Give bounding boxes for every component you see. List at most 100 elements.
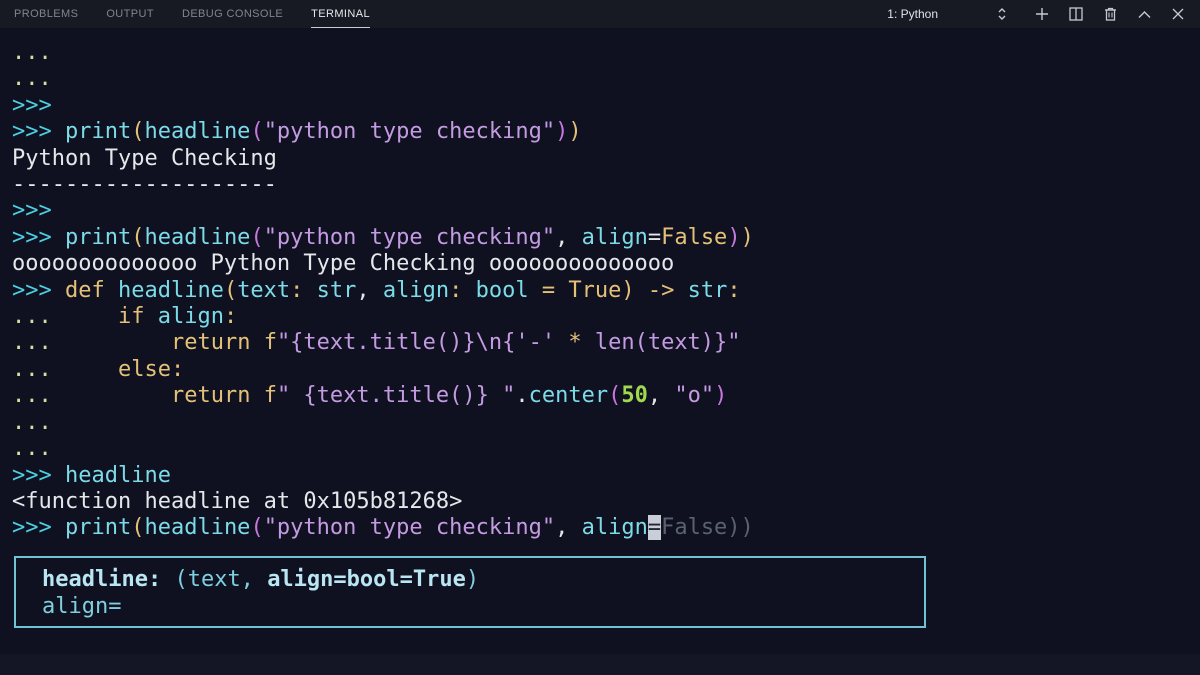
terminal-segment-ident: align <box>158 304 224 329</box>
tab-problems[interactable]: PROBLEMS <box>14 0 78 28</box>
terminal-segment-ident: align <box>582 225 648 250</box>
tab-debug-console[interactable]: DEBUG CONSOLE <box>182 0 283 28</box>
terminal-segment-kw: if <box>118 304 158 329</box>
terminal-segment-kw: * <box>568 330 595 355</box>
terminal-segment-paren2: ( <box>250 515 263 540</box>
terminal-segment-prompt: >>> <box>12 463 65 488</box>
terminal-segment-kw: : <box>224 304 237 329</box>
terminal-segment-str: "python type checking" <box>264 515 555 540</box>
terminal-line: ... <box>12 40 1200 66</box>
terminal-segment-str: "o" <box>674 383 714 408</box>
terminal-segment-paren2: ( <box>608 383 621 408</box>
terminal-segment-cont: ... <box>12 330 52 355</box>
terminal-line: ... return f" {text.title()} ".center(50… <box>12 383 1200 409</box>
terminal-line: -------------------- <box>12 172 1200 198</box>
terminal-segment-str: "{text.title()}\n{'-' <box>277 330 568 355</box>
terminal-segment-ident: headline <box>118 278 224 303</box>
terminal-segment-paren2: ) <box>714 383 727 408</box>
terminal-segment-ident: print <box>65 515 131 540</box>
terminal-segment-ghost: False)) <box>661 515 754 540</box>
terminal-line: ... if align: <box>12 304 1200 330</box>
terminal-segment-cont: ... <box>12 383 52 408</box>
panel-tabs: PROBLEMS OUTPUT DEBUG CONSOLE TERMINAL <box>0 0 370 28</box>
terminal-line: ... else: <box>12 357 1200 383</box>
terminal-segment-kw: True <box>568 278 621 303</box>
tooltip-segment-ttb: headline: <box>42 567 174 592</box>
select-arrows-icon <box>992 4 1012 24</box>
terminal-segment-paren2: ) <box>555 119 568 144</box>
split-terminal-icon[interactable] <box>1066 4 1086 24</box>
terminal-segment-cont: ... <box>12 436 52 461</box>
terminal-segment-plain <box>52 304 118 329</box>
terminal-segment-kw: ( <box>224 278 237 303</box>
terminal-segment-str: "python type checking" <box>264 225 555 250</box>
terminal-segment-prompt: >>> <box>12 515 65 540</box>
tooltip-segment-tt: align= <box>42 594 121 619</box>
tab-terminal[interactable]: TERMINAL <box>311 0 370 28</box>
terminal-segment-ident: str <box>688 278 728 303</box>
terminal-segment-plain <box>52 330 171 355</box>
terminal-segment-cont: ... <box>12 40 52 65</box>
terminal-segment-kw: = <box>529 278 569 303</box>
maximize-panel-icon[interactable] <box>1134 4 1154 24</box>
terminal-segment-kw: f <box>264 383 277 408</box>
terminal-line: <function headline at 0x105b81268> <box>12 489 1200 515</box>
terminal-segment-plain: , <box>356 278 383 303</box>
terminal-line: ... <box>12 436 1200 462</box>
terminal-segment-ident: headline <box>144 119 250 144</box>
terminal-segment-plain <box>52 357 118 382</box>
terminal-segment-kw: def <box>65 278 118 303</box>
terminal-line: Python Type Checking <box>12 146 1200 172</box>
terminal-segment-kw: : <box>727 278 740 303</box>
terminal-line: ... <box>12 66 1200 92</box>
terminal-segment-kw: ( <box>131 119 144 144</box>
terminal-segment-cont: ... <box>12 410 52 435</box>
terminal-line: >>> print(headline("python type checking… <box>12 515 1200 541</box>
terminal-segment-str: "python type checking" <box>264 119 555 144</box>
status-strip <box>0 654 1200 675</box>
terminal-shell-selector[interactable]: 1: Python <box>887 4 1012 24</box>
terminal-segment-ident: headline <box>65 463 171 488</box>
tooltip-line: align= <box>42 593 924 620</box>
terminal-controls: 1: Python <box>887 0 1200 28</box>
terminal-segment-prompt: >>> <box>12 119 65 144</box>
terminal-segment-plain: oooooooooooooo Python Type Checking oooo… <box>12 251 674 276</box>
terminal-segment-kw: return <box>171 330 264 355</box>
terminal-segment-prompt: >>> <box>12 278 65 303</box>
terminal-segment-prompt: >>> <box>12 93 52 118</box>
terminal-segment-plain: <function headline at 0x105b81268> <box>12 489 462 514</box>
terminal-line: >>> print(headline("python type checking… <box>12 225 1200 251</box>
terminal-segment-cursor: = <box>648 515 661 540</box>
terminal-line: >>> headline <box>12 463 1200 489</box>
terminal-segment-kw: ) <box>621 278 634 303</box>
terminal-segment-plain: = <box>648 225 661 250</box>
kill-terminal-icon[interactable] <box>1100 4 1120 24</box>
terminal-segment-kw: f <box>264 330 277 355</box>
terminal-segment-prompt: >>> <box>12 225 65 250</box>
terminal-segment-kw: -> <box>635 278 688 303</box>
close-panel-icon[interactable] <box>1168 4 1188 24</box>
terminal-segment-ident: print <box>65 225 131 250</box>
terminal-segment-ident: str <box>317 278 357 303</box>
terminal-segment-kw: ( <box>131 515 144 540</box>
terminal-segment-kw: return <box>171 383 264 408</box>
terminal-segment-kw: ( <box>131 225 144 250</box>
terminal-segment-plain: , <box>648 383 675 408</box>
terminal-segment-ident: align <box>383 278 449 303</box>
terminal-segment-kw: False <box>661 225 727 250</box>
terminal-buffer[interactable]: ......>>>>>> print(headline("python type… <box>12 40 1200 542</box>
terminal-segment-kw: ) <box>741 225 754 250</box>
terminal-segment-ident: headline <box>144 515 250 540</box>
tab-output[interactable]: OUTPUT <box>106 0 154 28</box>
terminal-line: >>> print(headline("python type checking… <box>12 119 1200 145</box>
new-terminal-icon[interactable] <box>1032 4 1052 24</box>
tooltip-segment-tt: ) <box>466 567 479 592</box>
terminal-segment-ident: bool <box>476 278 529 303</box>
terminal-segment-cont: ... <box>12 304 52 329</box>
terminal-shell-selector-value: 1: Python <box>887 7 938 21</box>
terminal-segment-str: " {text.title()} " <box>277 383 515 408</box>
terminal-line: ... return f"{text.title()}\n{'-' * len(… <box>12 330 1200 356</box>
tooltip-segment-tt: text, <box>188 567 267 592</box>
signature-help-content: headline: (text, align=bool=True)align= <box>42 566 924 620</box>
terminal-segment-kw: else: <box>118 357 184 382</box>
